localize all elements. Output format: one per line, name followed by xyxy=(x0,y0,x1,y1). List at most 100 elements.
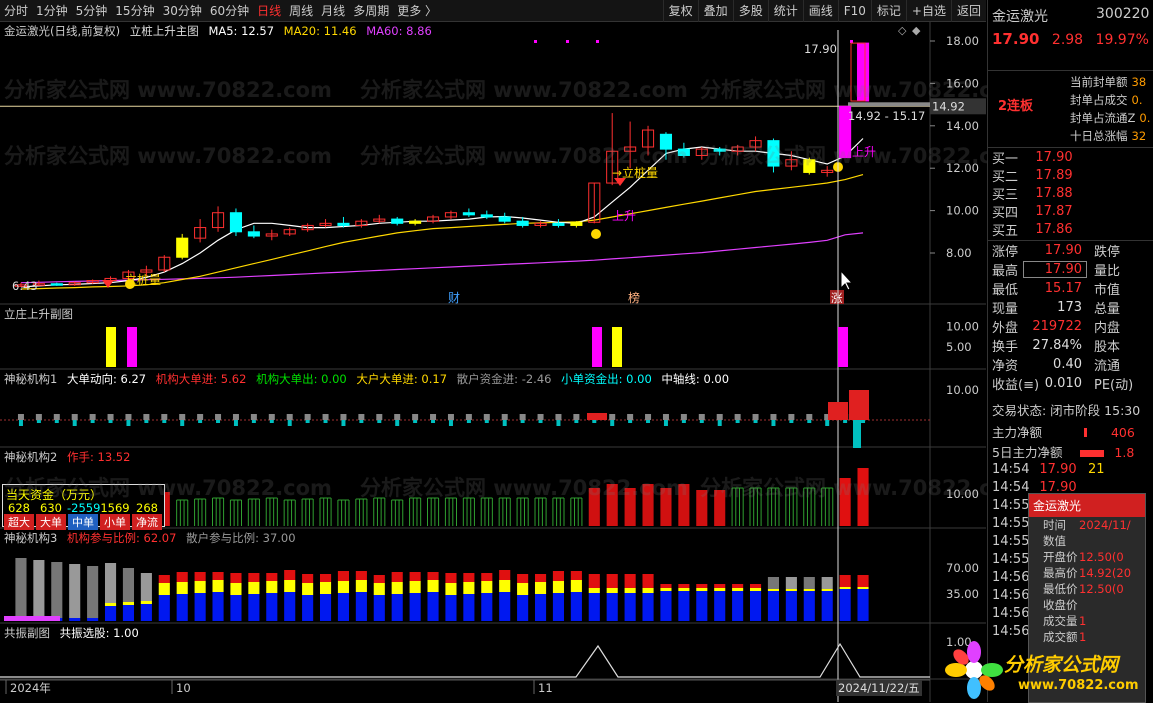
period-tab-9[interactable]: 多周期 xyxy=(349,0,393,22)
popup-row-label: 最高价 xyxy=(1043,566,1078,580)
sub4-red-bar xyxy=(660,584,672,588)
sub2-block xyxy=(645,414,652,420)
period-tab-3[interactable]: 15分钟 xyxy=(111,0,158,22)
sub4-yellow-bar xyxy=(660,588,672,591)
popup-row-value: 14.92(20 xyxy=(1079,566,1132,580)
sub2-item-3: 大户大单进: 0.17 xyxy=(356,372,448,386)
tool-button-3[interactable]: 统计 xyxy=(767,0,803,22)
sub2-name: 神秘机构1 xyxy=(4,372,58,386)
period-tabs: 分时 1分钟 5分钟 15分钟 30分钟 60分钟 日线 周线 月线 多周期 更多 〉 xyxy=(0,0,441,22)
stat-value: 0.010 xyxy=(1044,376,1082,391)
period-tab-10[interactable]: 更多 〉 xyxy=(393,0,441,22)
sub4-blue-bar xyxy=(660,591,672,621)
x-axis-cursor-date: 2024/11/22/五 xyxy=(838,681,920,695)
sub2-block-neg xyxy=(233,420,238,426)
sub4-name: 神秘机构3 xyxy=(4,531,58,545)
stat-label-2: 流通 xyxy=(1094,359,1121,374)
sub2-block-neg xyxy=(216,420,221,423)
chart-area[interactable]: 18.00 16.00 14.00 12.00 10.00 8.00 14.92 17.90 1… xyxy=(0,22,1028,702)
sub2-block-neg xyxy=(789,420,794,423)
sub2-block-neg xyxy=(287,420,292,426)
period-tab-1[interactable]: 1分钟 xyxy=(32,0,72,22)
sub2-block-neg xyxy=(753,420,758,423)
quote-stock-name: 金运激光 xyxy=(992,9,1048,25)
sub2-block xyxy=(555,414,562,420)
buy-price: 17.90 xyxy=(1035,149,1073,165)
buy-row-5[interactable]: 买五 17.86 xyxy=(988,220,1153,239)
sub4-blue-bar xyxy=(785,591,797,621)
sub5-name: 共振副图 xyxy=(4,626,50,640)
sub3-red-bar xyxy=(714,490,726,526)
sub2-block-neg xyxy=(36,420,41,423)
main-indicator-name: 立桩上升主图 xyxy=(129,24,199,38)
sub3-red-bar xyxy=(642,484,654,526)
sub4-yellow-bar xyxy=(248,582,260,594)
period-tab-5[interactable]: 60分钟 xyxy=(206,0,253,22)
sub2-block-neg xyxy=(72,420,77,426)
sub2-block-neg xyxy=(574,420,579,423)
tool-button-6[interactable]: 标记 xyxy=(870,0,906,22)
sub4-yellow-bar xyxy=(821,589,833,591)
stat-row-0: 涨停 17.90 跌停 xyxy=(988,241,1153,260)
candle-body xyxy=(391,218,404,224)
tool-button-7[interactable]: +自选 xyxy=(905,0,951,22)
buy-row-3[interactable]: 买三 17.88 xyxy=(988,184,1153,203)
period-tab-8[interactable]: 月线 xyxy=(317,0,349,22)
buy-row-1[interactable]: 买一 17.90 xyxy=(988,148,1153,167)
sub4-red-bar xyxy=(606,574,618,588)
settings-diamond-icon-2: ◆ xyxy=(912,24,921,37)
sub3-zuoshou: 作手: 13.52 xyxy=(66,450,131,464)
period-tab-4[interactable]: 30分钟 xyxy=(159,0,206,22)
sub2-block xyxy=(627,414,634,420)
sub4-yellow-bar xyxy=(767,589,780,591)
sub2-last-red-2 xyxy=(849,390,869,420)
tool-button-4[interactable]: 画线 xyxy=(802,0,838,22)
buy-row-4[interactable]: 买四 17.87 xyxy=(988,202,1153,221)
sub4-red-bar xyxy=(624,574,636,588)
tool-button-8[interactable]: 返回 xyxy=(950,0,986,22)
popup-row-label: 成交量 xyxy=(1043,614,1078,628)
tool-button-0[interactable]: 复权 xyxy=(662,0,698,22)
sub4-red-bar xyxy=(373,575,385,583)
axis-label-main: 8.00 xyxy=(946,246,972,260)
main-net-flow-value: 406 xyxy=(1110,425,1135,440)
sub2-block xyxy=(734,414,741,420)
sub4-gray-bar xyxy=(33,560,45,618)
period-tab-6[interactable]: 日线 xyxy=(253,0,285,22)
sub4-red-bar xyxy=(158,575,170,583)
period-tab-2[interactable]: 5分钟 xyxy=(72,0,112,22)
kline-charts[interactable]: 18.00 16.00 14.00 12.00 10.00 8.00 14.92 17.90 1… xyxy=(0,22,986,702)
sub4-yellow-bar xyxy=(499,580,511,592)
axis-label-sub1: 5.00 xyxy=(946,340,972,354)
candle-body xyxy=(659,133,673,150)
sub4-yellow-bar xyxy=(785,589,797,591)
buy-row-2[interactable]: 买二 17.89 xyxy=(988,166,1153,185)
seal-item-value: 0. xyxy=(1139,111,1151,125)
tool-button-1[interactable]: 叠加 xyxy=(697,0,733,22)
sub2-block xyxy=(806,414,813,420)
sub2-block xyxy=(125,414,132,420)
fund-value-super: 628 xyxy=(8,501,30,515)
tool-button-5[interactable]: F10 xyxy=(837,0,871,22)
sub2-block xyxy=(197,414,204,420)
sub4-blue-bar xyxy=(230,595,242,621)
popup-title: 金运激光 xyxy=(1029,494,1145,517)
x-axis-label: 11 xyxy=(538,681,553,695)
sub2-block xyxy=(35,414,42,420)
sub2-block xyxy=(89,414,96,420)
sub4-blue-bar xyxy=(857,589,869,621)
tool-button-2[interactable]: 多股 xyxy=(732,0,768,22)
sub4-yellow-bar xyxy=(230,583,242,595)
period-tab-0[interactable]: 分时 xyxy=(0,0,32,22)
sub4-blue-bar xyxy=(570,592,582,621)
main-net-flow: 主力净额 406 xyxy=(992,422,1135,441)
stat-value: 0.40 xyxy=(1053,357,1082,372)
period-tab-7[interactable]: 周线 xyxy=(285,0,317,22)
sub4-blue-bar xyxy=(194,593,206,621)
sub4-yellow-bar xyxy=(122,602,135,605)
ma5-value: MA5: 12.57 xyxy=(208,24,275,38)
candle-body xyxy=(713,148,726,152)
sub3-red-bar xyxy=(606,484,618,526)
sub2-block xyxy=(483,414,490,420)
sub2-item-6: 中轴线: 0.00 xyxy=(661,372,730,386)
